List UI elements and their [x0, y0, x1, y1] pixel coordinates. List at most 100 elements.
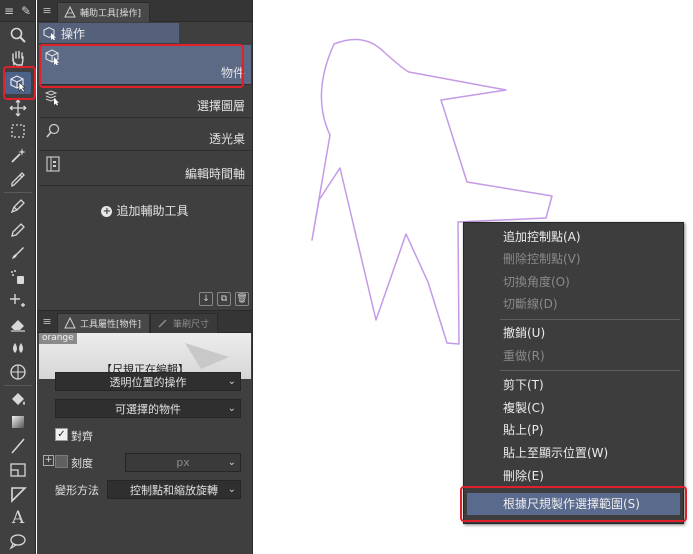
selection-icon[interactable]	[5, 120, 31, 142]
group-label: 操作	[61, 26, 86, 41]
prop-transform-method: 變形方法 控制點和縮放旋轉 ⌄	[39, 478, 251, 501]
scale-label: 刻度	[71, 457, 93, 470]
prop-selectable-objects: 可選擇的物件 ⌄	[39, 397, 251, 420]
timeline-icon	[46, 156, 60, 172]
transform-method-dropdown[interactable]: 控制點和縮放旋轉 ⌄	[107, 480, 241, 499]
subtool-item-label: 物件	[220, 66, 245, 80]
menu-separator	[500, 319, 680, 320]
selectable-objects-dropdown[interactable]: 可選擇的物件 ⌄	[55, 399, 241, 418]
dropdown-value: 控制點和縮放旋轉	[130, 483, 218, 497]
subtool-tab-strip: ≡ 輔助工具[操作]	[37, 0, 252, 22]
snap-checkbox[interactable]: ✓	[55, 428, 68, 441]
toolbar-divider	[4, 192, 32, 193]
menu-icon[interactable]: ≡	[4, 4, 14, 18]
subtool-item-object[interactable]: 物件	[39, 45, 251, 85]
line-icon[interactable]	[5, 435, 31, 457]
tab-brush-size[interactable]: 筆刷尺寸	[150, 312, 219, 333]
tab-label: 輔助工具[操作]	[80, 8, 142, 19]
menu-item-copy[interactable]: 複製(C)	[464, 397, 683, 419]
menu-item-delete[interactable]: 刪除(E)	[464, 465, 683, 487]
menu-item-switch-corner[interactable]: 切換角度(O)	[464, 271, 683, 293]
subtool-item-label: 選擇圖層	[196, 99, 245, 113]
pencil-icon[interactable]	[5, 219, 31, 241]
object-cursor-icon	[45, 49, 59, 65]
scale-unit-dropdown[interactable]: px ⌄	[125, 453, 241, 472]
blend-icon[interactable]	[5, 337, 31, 359]
tool-palette: ≡ ✎ A	[0, 0, 36, 554]
auto-select-icon[interactable]	[5, 144, 31, 166]
pen-icon[interactable]	[5, 195, 31, 217]
context-menu: 追加控制點(A) 刪除控制點(V) 切換角度(O) 切斷線(D) 撤銷(U) 重…	[463, 222, 684, 524]
hand-icon[interactable]	[5, 47, 31, 69]
operation-icon[interactable]	[5, 72, 31, 94]
decoration-icon[interactable]	[5, 289, 31, 311]
subtool-item-edit-timeline[interactable]: 編輯時間軸	[39, 152, 251, 186]
dropdown-value: px	[176, 456, 190, 469]
tab-tool-property[interactable]: 工具屬性[物件]	[57, 312, 151, 333]
brush-size-tab-icon	[158, 319, 167, 328]
balloon-icon[interactable]	[5, 530, 31, 552]
panel-menu-icon[interactable]: ≡	[37, 315, 57, 328]
prop-transparent-operation: 透明位置的操作 ⌄	[39, 370, 251, 393]
trash-icon[interactable]: 🗑	[235, 292, 249, 306]
tab-label: 筆刷尺寸	[173, 319, 210, 330]
add-subtool-label: 追加輔助工具	[116, 204, 189, 218]
select-layer-icon	[45, 90, 59, 106]
operation-group-icon	[43, 26, 56, 40]
preview-tag: orange	[39, 333, 77, 344]
figure-icon[interactable]	[5, 361, 31, 383]
subtool-item-select-layer[interactable]: 選擇圖層	[39, 86, 251, 118]
subtool-item-label: 透光桌	[208, 132, 245, 146]
ruler-icon[interactable]	[5, 483, 31, 505]
panel-menu-icon[interactable]: ≡	[37, 4, 57, 17]
subtool-item-light-table[interactable]: 透光桌	[39, 119, 251, 151]
menu-item-cut[interactable]: 剪下(T)	[464, 374, 683, 396]
menu-separator	[500, 370, 680, 371]
tool-property-panel: ≡ 工具屬性[物件] 筆刷尺寸 orange 【尺規正在編輯】 透明位置的操作 …	[37, 310, 253, 554]
dropdown-value: 可選擇的物件	[115, 402, 181, 416]
import-icon[interactable]: ↓	[199, 292, 213, 306]
menu-item-add-control-point[interactable]: 追加控制點(A)	[464, 226, 683, 248]
menu-item-paste-in-place[interactable]: 貼上至顯示位置(W)	[464, 442, 683, 464]
menu-item-create-selection-from-ruler[interactable]: 根據尺規製作選擇範圍(S)	[467, 493, 680, 515]
gradient-icon[interactable]	[5, 411, 31, 433]
dropdown-value: 透明位置的操作	[109, 375, 187, 389]
menu-item-redo[interactable]: 重做(R)	[464, 345, 683, 367]
zoom-icon[interactable]	[5, 24, 31, 46]
fill-icon[interactable]	[5, 388, 31, 410]
menu-item-paste[interactable]: 貼上(P)	[464, 419, 683, 441]
subtool-footer: ↓ ⧉ 🗑	[37, 290, 253, 308]
menu-item-cut-line[interactable]: 切斷線(D)	[464, 293, 683, 315]
transparent-operation-dropdown[interactable]: 透明位置的操作 ⌄	[55, 372, 241, 391]
chevron-down-icon: ⌄	[227, 403, 236, 414]
toolbar-divider	[4, 385, 32, 386]
expand-icon[interactable]: +	[43, 455, 54, 466]
menu-item-delete-control-point[interactable]: 刪除控制點(V)	[464, 248, 683, 270]
add-subtool-button[interactable]: + 追加輔助工具	[37, 202, 253, 219]
tab-label: 工具屬性[物件]	[80, 319, 142, 330]
tool-palette-header: ≡ ✎	[0, 0, 35, 22]
subtool-item-label: 編輯時間軸	[184, 167, 245, 181]
light-table-icon	[46, 123, 60, 138]
chevron-down-icon: ⌄	[227, 484, 236, 495]
eyedropper-icon[interactable]	[5, 168, 31, 190]
move-layer-icon[interactable]	[5, 97, 31, 119]
text-icon[interactable]: A	[5, 507, 31, 529]
scale-checkbox[interactable]	[55, 455, 68, 468]
brush-icon[interactable]	[5, 242, 31, 264]
duplicate-icon[interactable]: ⧉	[217, 292, 231, 306]
chevron-down-icon: ⌄	[227, 457, 236, 468]
transform-method-label: 變形方法	[55, 484, 99, 497]
menu-item-undo[interactable]: 撤銷(U)	[464, 322, 683, 344]
frame-border-icon[interactable]	[5, 459, 31, 481]
eraser-icon[interactable]	[5, 313, 31, 335]
subtool-group-operation[interactable]: 操作	[39, 23, 179, 43]
subtool-panel: ≡ 輔助工具[操作] 操作 物件 選擇圖層 透光桌 編輯時間軸 + 追加輔助工具 …	[37, 0, 253, 310]
tab-subtool-operation[interactable]: 輔助工具[操作]	[57, 1, 151, 22]
tool-property-tab-strip: ≡ 工具屬性[物件] 筆刷尺寸	[37, 311, 252, 333]
airbrush-icon[interactable]	[5, 266, 31, 288]
snap-label: 對齊	[71, 430, 93, 443]
chevron-down-icon: ⌄	[227, 376, 236, 387]
prop-scale: + 刻度 px ⌄	[39, 451, 251, 474]
brush-tab-icon[interactable]: ✎	[21, 4, 31, 18]
